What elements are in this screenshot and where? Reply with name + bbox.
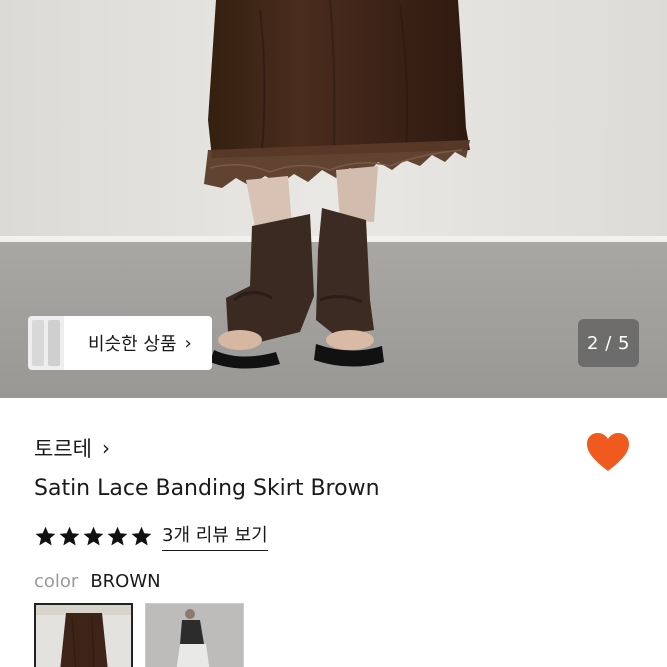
swatch-brown-image bbox=[36, 605, 131, 667]
image-page-indicator: 2 / 5 bbox=[578, 319, 639, 367]
similar-products-thumbnail bbox=[28, 316, 64, 370]
swatch-gray[interactable] bbox=[145, 603, 244, 667]
chevron-right-icon: › bbox=[184, 332, 192, 354]
swatch-brown[interactable] bbox=[34, 603, 133, 667]
chevron-right-icon: › bbox=[101, 436, 110, 460]
swatch-gray-image bbox=[146, 604, 243, 667]
star-icon bbox=[35, 526, 56, 545]
rating-row: 3개 리뷰 보기 bbox=[34, 521, 268, 551]
similar-products-label: 비슷한 상품 › bbox=[64, 316, 212, 370]
review-link[interactable]: 3개 리뷰 보기 bbox=[162, 521, 268, 551]
similar-products-text: 비슷한 상품 bbox=[88, 334, 177, 355]
heart-icon[interactable] bbox=[585, 431, 631, 473]
similar-products-button[interactable]: 비슷한 상품 › bbox=[28, 316, 212, 370]
star-icon bbox=[131, 526, 152, 545]
shop-link[interactable]: 토르테 › bbox=[34, 433, 110, 463]
shop-name: 토르테 bbox=[34, 437, 92, 461]
star-rating bbox=[34, 525, 154, 548]
product-image[interactable]: 비슷한 상품 › 2 / 5 bbox=[0, 0, 667, 398]
star-icon bbox=[59, 526, 80, 545]
color-swatches bbox=[34, 603, 256, 667]
star-icon bbox=[107, 526, 128, 545]
color-row: color BROWN bbox=[34, 571, 161, 592]
star-icon bbox=[83, 526, 104, 545]
product-title: Satin Lace Banding Skirt Brown bbox=[34, 476, 380, 501]
color-value: BROWN bbox=[90, 571, 161, 592]
color-label: color bbox=[34, 571, 79, 592]
